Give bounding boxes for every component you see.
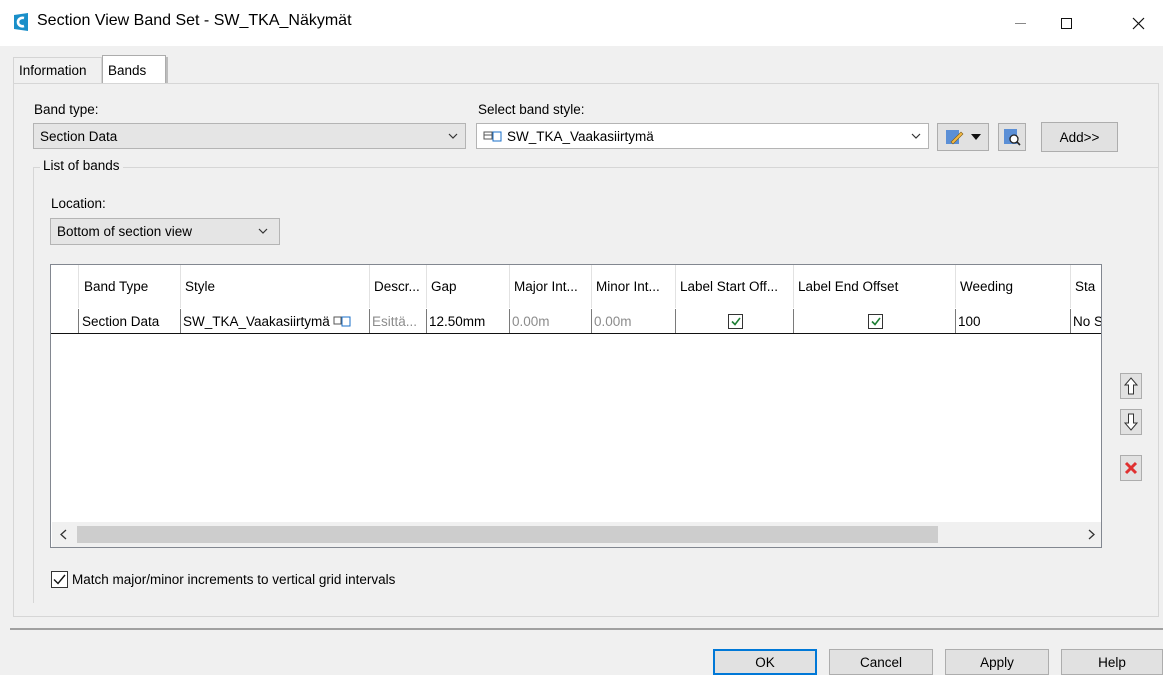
band-style-label: Select band style: bbox=[478, 102, 585, 117]
band-style-icon bbox=[333, 315, 351, 327]
band-type-label: Band type: bbox=[34, 102, 99, 117]
label-start-offset-checkbox[interactable] bbox=[728, 313, 743, 329]
column-header-station[interactable]: Sta bbox=[1071, 265, 1101, 308]
cell-label-start-offset[interactable] bbox=[676, 309, 794, 333]
chevron-down-icon bbox=[258, 228, 268, 234]
close-icon bbox=[1132, 17, 1144, 29]
move-down-button[interactable] bbox=[1120, 409, 1142, 435]
column-header-minor-interval[interactable]: Minor Int... bbox=[592, 265, 676, 308]
location-label: Location: bbox=[51, 196, 106, 211]
cancel-button[interactable]: Cancel bbox=[829, 649, 933, 675]
cell-style[interactable]: SW_TKA_Vaakasiirtymä bbox=[181, 309, 370, 333]
row-header-corner bbox=[51, 265, 79, 308]
tab-divider bbox=[166, 57, 168, 83]
band-type-combo[interactable]: Section Data bbox=[33, 123, 466, 149]
civil3d-app-icon bbox=[12, 12, 30, 32]
chevron-down-icon bbox=[911, 133, 921, 139]
tab-bands[interactable]: Bands bbox=[102, 55, 166, 84]
preview-style-button[interactable] bbox=[998, 123, 1026, 151]
column-header-gap[interactable]: Gap bbox=[427, 265, 510, 308]
list-of-bands-title: List of bands bbox=[40, 158, 123, 173]
close-button[interactable] bbox=[1115, 0, 1161, 46]
cell-station[interactable]: No S bbox=[1071, 309, 1101, 333]
edit-style-icon bbox=[946, 130, 964, 145]
tab-information[interactable]: Information bbox=[13, 57, 102, 83]
add-button[interactable]: Add>> bbox=[1041, 122, 1118, 152]
cell-weeding[interactable]: 100 bbox=[956, 309, 1071, 333]
match-increments-label: Match major/minor increments to vertical… bbox=[72, 572, 396, 587]
footer-divider bbox=[10, 628, 1163, 630]
band-style-value: SW_TKA_Vaakasiirtymä bbox=[507, 128, 654, 144]
label-end-offset-checkbox[interactable] bbox=[868, 313, 883, 329]
delete-band-button[interactable] bbox=[1120, 455, 1142, 481]
window-title: Section View Band Set - SW_TKA_Näkymät bbox=[37, 12, 352, 29]
chevron-down-icon bbox=[448, 133, 458, 139]
column-header-description[interactable]: Descr... bbox=[370, 265, 427, 308]
location-value: Bottom of section view bbox=[57, 224, 193, 239]
arrow-up-icon bbox=[1124, 377, 1138, 395]
band-style-icon bbox=[483, 130, 503, 142]
scroll-left-icon[interactable] bbox=[59, 529, 67, 540]
maximize-icon bbox=[1060, 17, 1072, 29]
cell-band-type[interactable]: Section Data bbox=[80, 309, 181, 333]
match-increments-checkbox[interactable] bbox=[51, 571, 68, 588]
maximize-button[interactable] bbox=[1043, 0, 1089, 46]
edit-style-dropdown-button[interactable] bbox=[937, 123, 989, 151]
column-header-style[interactable]: Style bbox=[181, 265, 370, 308]
arrow-down-icon bbox=[1124, 413, 1138, 431]
checkmark-icon bbox=[870, 317, 881, 326]
band-style-combo[interactable]: SW_TKA_Vaakasiirtymä bbox=[476, 123, 929, 149]
scroll-right-icon[interactable] bbox=[1088, 529, 1096, 540]
ok-button[interactable]: OK bbox=[713, 649, 817, 675]
bands-grid[interactable]: Band Type Style Descr... Gap Major Int..… bbox=[50, 264, 1102, 548]
checkmark-icon bbox=[730, 317, 741, 326]
move-up-button[interactable] bbox=[1120, 373, 1142, 399]
cell-minor-interval[interactable]: 0.00m bbox=[592, 309, 676, 333]
column-header-weeding[interactable]: Weeding bbox=[956, 265, 1071, 308]
scrollbar-thumb[interactable] bbox=[77, 526, 938, 543]
help-button[interactable]: Help bbox=[1061, 649, 1163, 675]
apply-button[interactable]: Apply bbox=[945, 649, 1049, 675]
cell-gap[interactable]: 12.50mm bbox=[427, 309, 510, 333]
column-header-label-start-offset[interactable]: Label Start Off... bbox=[676, 265, 794, 308]
column-header-label-end-offset[interactable]: Label End Offset bbox=[794, 265, 956, 308]
caret-down-icon bbox=[971, 134, 981, 140]
title-bar: Section View Band Set - SW_TKA_Näkymät bbox=[0, 0, 1163, 46]
preview-style-icon bbox=[1004, 129, 1021, 146]
row-header bbox=[51, 309, 79, 333]
column-header-band-type[interactable]: Band Type bbox=[80, 265, 181, 308]
cell-description[interactable]: Esittä... bbox=[370, 309, 427, 333]
minimize-icon bbox=[1014, 22, 1026, 24]
minimize-button[interactable] bbox=[997, 0, 1043, 46]
checkmark-icon bbox=[53, 574, 66, 585]
location-combo[interactable]: Bottom of section view bbox=[50, 218, 280, 245]
table-row[interactable]: Section Data SW_TKA_Vaakasiirtymä Esittä… bbox=[51, 309, 1101, 334]
cell-major-interval[interactable]: 0.00m bbox=[510, 309, 592, 333]
cell-style-value: SW_TKA_Vaakasiirtymä bbox=[183, 313, 330, 329]
delete-x-icon bbox=[1124, 461, 1138, 475]
column-header-major-interval[interactable]: Major Int... bbox=[510, 265, 592, 308]
band-type-value: Section Data bbox=[40, 128, 118, 144]
cell-label-end-offset[interactable] bbox=[794, 309, 956, 333]
horizontal-scrollbar[interactable] bbox=[52, 522, 1101, 547]
